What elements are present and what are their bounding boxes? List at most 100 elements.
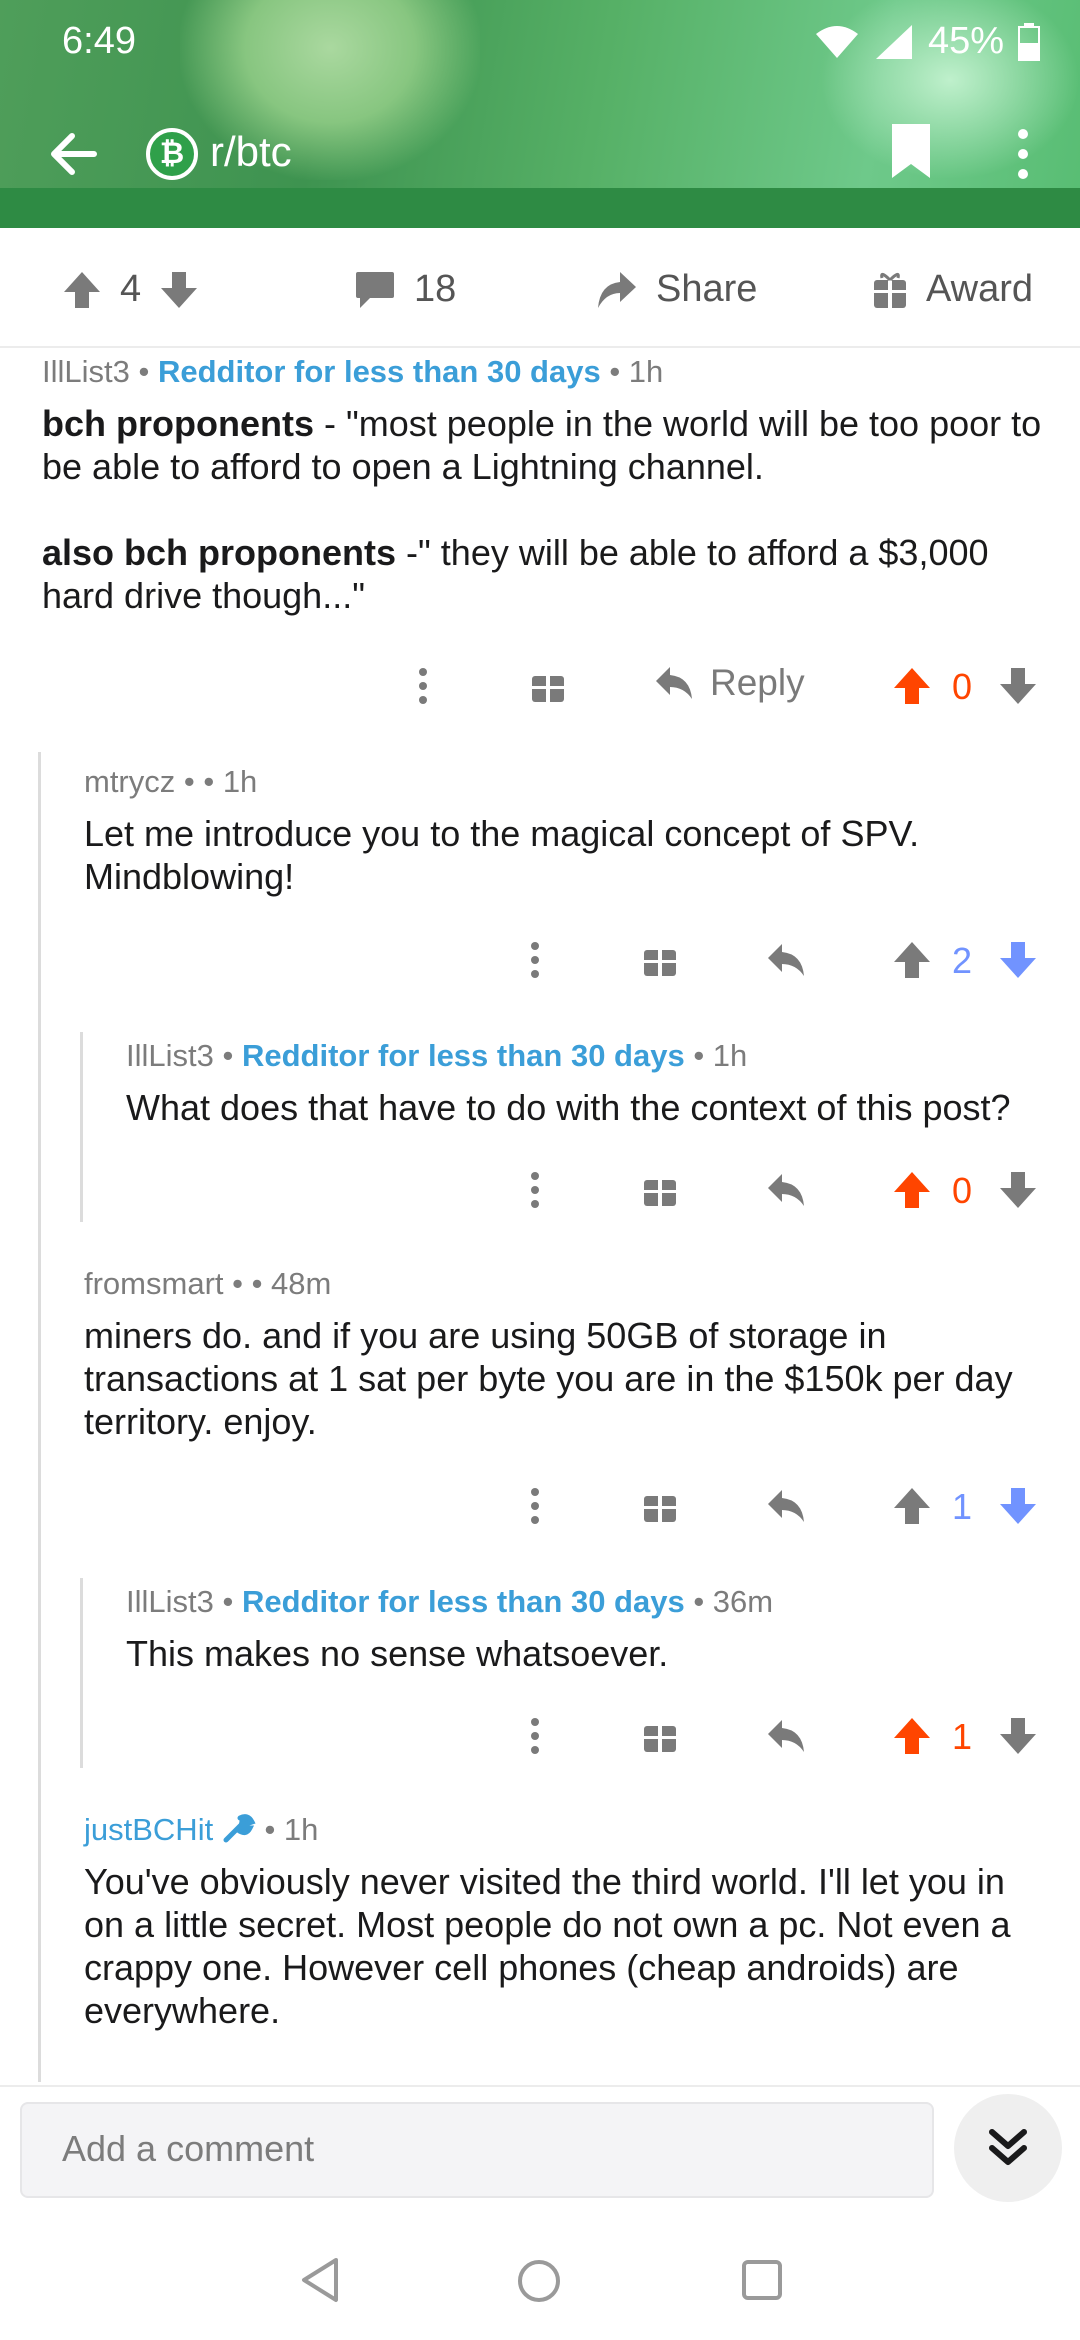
more-options-icon[interactable] <box>1008 124 1038 184</box>
post-vote-group: 4 <box>62 268 199 311</box>
status-time: 6:49 <box>62 20 136 62</box>
comment-author[interactable]: IllList3 <box>126 1584 214 1619</box>
gift-icon[interactable] <box>642 942 678 978</box>
post-score: 4 <box>120 268 142 310</box>
add-comment-input[interactable]: Add a comment <box>20 2102 934 2198</box>
comment-bold-text: bch proponents <box>42 403 314 444</box>
comment-meta: IllList3 • Redditor for less than 30 day… <box>126 1584 774 1619</box>
downvote-icon[interactable] <box>998 1486 1038 1526</box>
upvote-icon[interactable] <box>892 666 932 706</box>
comment-actions: 2 <box>0 930 1080 990</box>
user-flair: Redditor for less than 30 days <box>157 354 601 389</box>
header-bottom-band <box>0 188 1080 228</box>
comment-actions: 1 <box>0 1706 1080 1766</box>
comment: IllList3 • Redditor for less than 30 day… <box>126 1584 1056 1675</box>
subreddit-header: 6:49 45% ₿ r/btc <box>0 0 1080 228</box>
share-button[interactable]: Share <box>596 268 757 311</box>
more-options-icon[interactable] <box>520 1486 550 1526</box>
comment-age: 1h <box>283 1812 319 1847</box>
upvote-icon[interactable] <box>892 1486 932 1526</box>
downvote-icon[interactable] <box>159 270 199 310</box>
award-button[interactable]: Award <box>872 268 1033 311</box>
comment-body: What does that have to do with the conte… <box>126 1087 1011 1128</box>
comment-author[interactable]: mtrycz <box>84 764 175 799</box>
subreddit-name[interactable]: r/btc <box>210 128 292 176</box>
nav-recents-icon[interactable] <box>740 2258 784 2302</box>
comment-author[interactable]: IllList3 <box>126 1038 214 1073</box>
gift-icon[interactable] <box>642 1718 678 1754</box>
downvote-icon[interactable] <box>998 666 1038 706</box>
gift-icon[interactable] <box>530 668 566 704</box>
comment-actions: 0 <box>0 1160 1080 1220</box>
comment-body: This makes no sense whatsoever. <box>126 1633 669 1674</box>
back-arrow-icon[interactable] <box>44 124 104 184</box>
more-options-icon[interactable] <box>408 666 438 706</box>
bookmark-icon[interactable] <box>888 122 934 182</box>
comment-body: bch proponents - "most people in the wor… <box>42 402 1042 617</box>
status-icons: 45% <box>814 20 1040 63</box>
upvote-icon[interactable] <box>62 270 102 310</box>
gift-icon[interactable] <box>642 1172 678 1208</box>
nav-back-icon[interactable] <box>298 2256 342 2304</box>
comment-actions: 1 <box>0 1476 1080 1536</box>
battery-percent: 45% <box>927 20 1004 62</box>
more-options-icon[interactable] <box>520 1170 550 1210</box>
comment-author[interactable]: fromsmart <box>84 1266 224 1301</box>
comment-body: You've obviously never visited the third… <box>84 1861 1011 2031</box>
wrench-icon <box>223 1814 256 1843</box>
comment: IllList3 • Redditor for less than 30 day… <box>42 354 1042 617</box>
comment-meta: IllList3 • Redditor for less than 30 day… <box>42 354 664 389</box>
upvote-icon[interactable] <box>892 1170 932 1210</box>
comment-meta: fromsmart • • 48m <box>84 1266 332 1301</box>
system-nav-bar <box>0 2220 1080 2340</box>
reply-icon[interactable] <box>766 1172 806 1208</box>
double-chevron-down-icon <box>989 2129 1027 2165</box>
comment-age: 1h <box>712 1038 748 1073</box>
upvote-icon[interactable] <box>892 940 932 980</box>
wifi-icon <box>815 25 858 58</box>
comment-meta: justBCHit • 1h <box>84 1812 319 1847</box>
upvote-icon[interactable] <box>892 1716 932 1756</box>
reply-icon <box>656 667 692 699</box>
comment-body: miners do. and if you are using 50GB of … <box>84 1315 1013 1442</box>
comment: IllList3 • Redditor for less than 30 day… <box>126 1038 1056 1129</box>
comment-score: 0 <box>952 666 973 707</box>
comment-author[interactable]: justBCHit <box>84 1812 213 1847</box>
comment-age: 48m <box>271 1266 332 1301</box>
comment: mtrycz • • 1h Let me introduce you to th… <box>84 764 1044 898</box>
gift-icon[interactable] <box>642 1488 678 1524</box>
reply-icon[interactable] <box>766 1488 806 1524</box>
signal-icon <box>875 24 912 59</box>
comments-button[interactable]: 18 <box>354 268 456 311</box>
comment-score: 1 <box>952 1716 973 1757</box>
downvote-icon[interactable] <box>998 940 1038 980</box>
award-label: Award <box>926 268 1034 310</box>
comment-icon <box>356 271 394 308</box>
comment-body: Let me introduce you to the magical conc… <box>84 813 920 897</box>
share-label: Share <box>656 268 758 310</box>
share-icon <box>598 271 636 308</box>
nav-home-icon[interactable] <box>516 2258 562 2304</box>
status-bar: 6:49 45% <box>0 12 1080 72</box>
downvote-icon[interactable] <box>998 1716 1038 1756</box>
reply-button[interactable]: Reply <box>654 662 805 704</box>
user-flair: Redditor for less than 30 days <box>241 1038 685 1073</box>
comment-actions: Reply 0 <box>0 656 1080 716</box>
comment-age: 1h <box>628 354 664 389</box>
collapse-threads-button[interactable] <box>954 2094 1062 2202</box>
subreddit-icon[interactable]: ₿ <box>146 128 198 180</box>
comment-meta: mtrycz • • 1h <box>84 764 258 799</box>
comment-author[interactable]: IllList3 <box>42 354 130 389</box>
comment-bold-text: also bch proponents <box>42 532 397 573</box>
comment: fromsmart • • 48m miners do. and if you … <box>84 1266 1044 1443</box>
post-action-bar: 4 18 Share Award <box>0 232 1080 348</box>
more-options-icon[interactable] <box>520 1716 550 1756</box>
reply-icon[interactable] <box>766 1718 806 1754</box>
reply-icon[interactable] <box>766 942 806 978</box>
more-options-icon[interactable] <box>520 940 550 980</box>
comment-age: 1h <box>222 764 258 799</box>
comment-age: 36m <box>712 1584 774 1619</box>
reply-label: Reply <box>710 662 805 703</box>
downvote-icon[interactable] <box>998 1170 1038 1210</box>
battery-icon <box>1018 22 1040 61</box>
